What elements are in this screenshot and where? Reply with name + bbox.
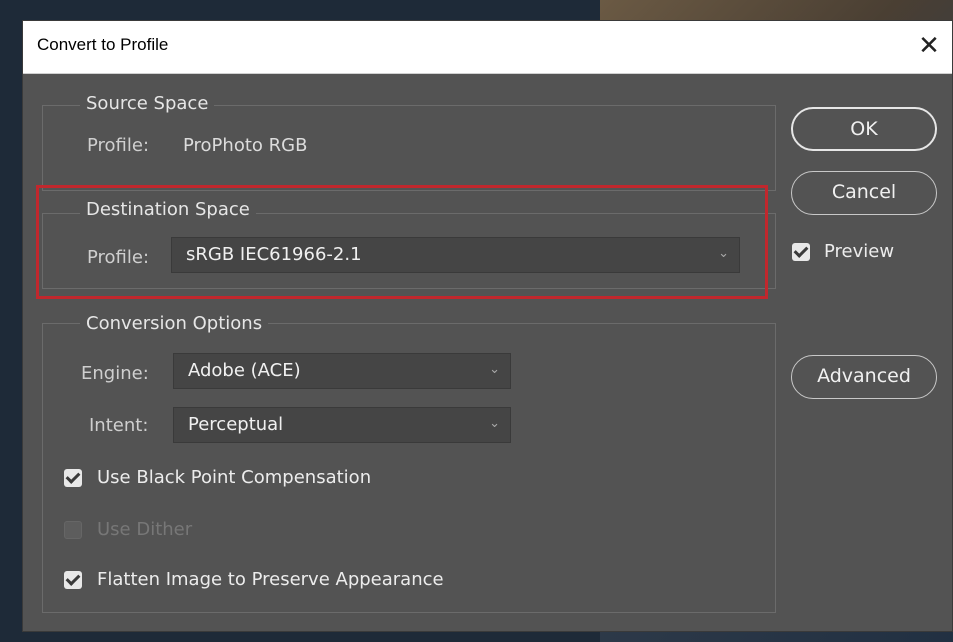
black-point-label: Use Black Point Compensation — [97, 467, 372, 488]
advanced-button[interactable]: Advanced — [791, 355, 937, 399]
source-profile-value: ProPhoto RGB — [183, 135, 308, 156]
destination-space-highlight — [36, 185, 768, 299]
engine-label: Engine: — [81, 363, 149, 384]
intent-select[interactable]: Perceptual ⌄ — [173, 407, 511, 443]
source-space-title: Source Space — [80, 93, 215, 114]
engine-select[interactable]: Adobe (ACE) ⌄ — [173, 353, 511, 389]
dialog-titlebar: Convert to Profile ✕ — [23, 21, 952, 74]
black-point-checkbox[interactable] — [64, 469, 82, 487]
flatten-label: Flatten Image to Preserve Appearance — [97, 569, 444, 590]
chevron-down-icon: ⌄ — [489, 416, 500, 431]
dialog-title: Convert to Profile — [37, 35, 169, 54]
intent-label: Intent: — [89, 415, 149, 436]
ok-button[interactable]: OK — [791, 107, 937, 151]
convert-to-profile-dialog: Convert to Profile ✕ Source Space Profil… — [22, 20, 953, 632]
source-space-group — [42, 105, 776, 191]
intent-value: Perceptual — [188, 414, 284, 435]
close-icon[interactable]: ✕ — [912, 29, 946, 63]
preview-checkbox[interactable] — [792, 243, 810, 261]
cancel-button[interactable]: Cancel — [791, 171, 937, 215]
dither-checkbox — [64, 521, 82, 539]
engine-value: Adobe (ACE) — [188, 360, 301, 381]
conversion-options-title: Conversion Options — [80, 313, 269, 334]
dither-label: Use Dither — [97, 519, 193, 540]
preview-label: Preview — [824, 241, 895, 262]
chevron-down-icon: ⌄ — [489, 362, 500, 377]
flatten-checkbox[interactable] — [64, 571, 82, 589]
source-profile-label: Profile: — [87, 135, 150, 156]
